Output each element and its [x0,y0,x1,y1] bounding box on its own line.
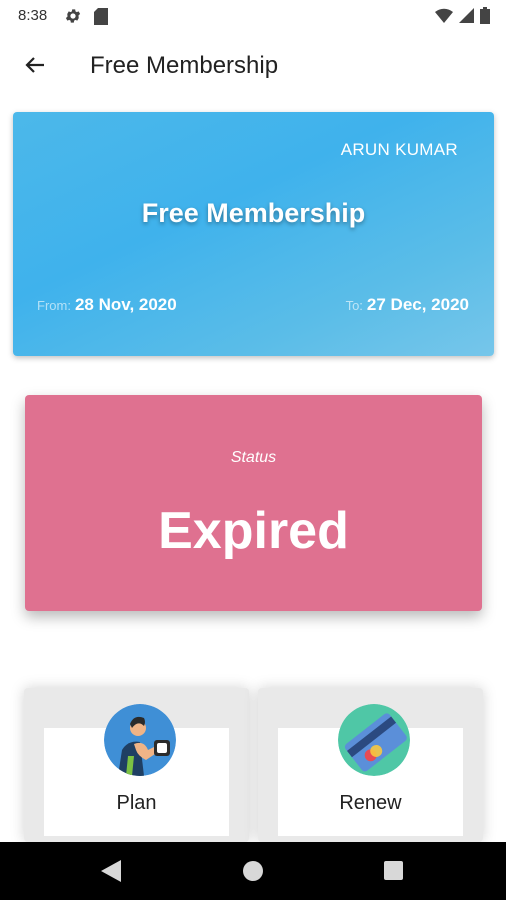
credit-card-icon [338,704,410,776]
from-label: From: [37,298,71,313]
home-circle-icon[interactable] [243,861,263,881]
renew-tile[interactable]: Renew [258,688,483,842]
plan-tile[interactable]: Plan [24,688,249,842]
status-value: Expired [158,502,349,560]
sd-card-icon [94,8,108,30]
app-bar: Free Membership [0,32,506,100]
membership-card: ARUN KUMAR Free Membership From: 28 Nov,… [13,112,494,356]
status-time: 8:38 [18,7,48,24]
arrow-left-icon [23,53,47,82]
membership-title: Free Membership [141,198,366,228]
from-date-group: From: 28 Nov, 2020 [37,295,177,315]
to-label: To: [345,298,363,313]
back-button[interactable] [18,50,52,84]
battery-icon [480,7,490,29]
plan-label: Plan [116,792,157,814]
recents-square-icon[interactable] [384,861,403,880]
status-card: Status Expired [25,395,482,611]
navigation-bar [0,842,506,900]
wifi-icon [435,8,453,28]
to-date-group: To: 27 Dec, 2020 [346,295,469,315]
gear-icon [64,7,82,30]
status-bar: 8:38 [0,0,506,32]
member-name: ARUN KUMAR [340,140,458,159]
to-date: 27 Dec, 2020 [366,295,469,314]
dumbbell-man-icon [104,704,176,776]
back-triangle-icon[interactable] [101,860,121,887]
from-date: 28 Nov, 2020 [74,295,177,314]
status-right-icons [435,7,490,29]
signal-icon [459,8,474,28]
renew-label: Renew [339,792,402,814]
page-title: Free Membership [90,52,279,79]
status-label: Status [230,449,277,466]
